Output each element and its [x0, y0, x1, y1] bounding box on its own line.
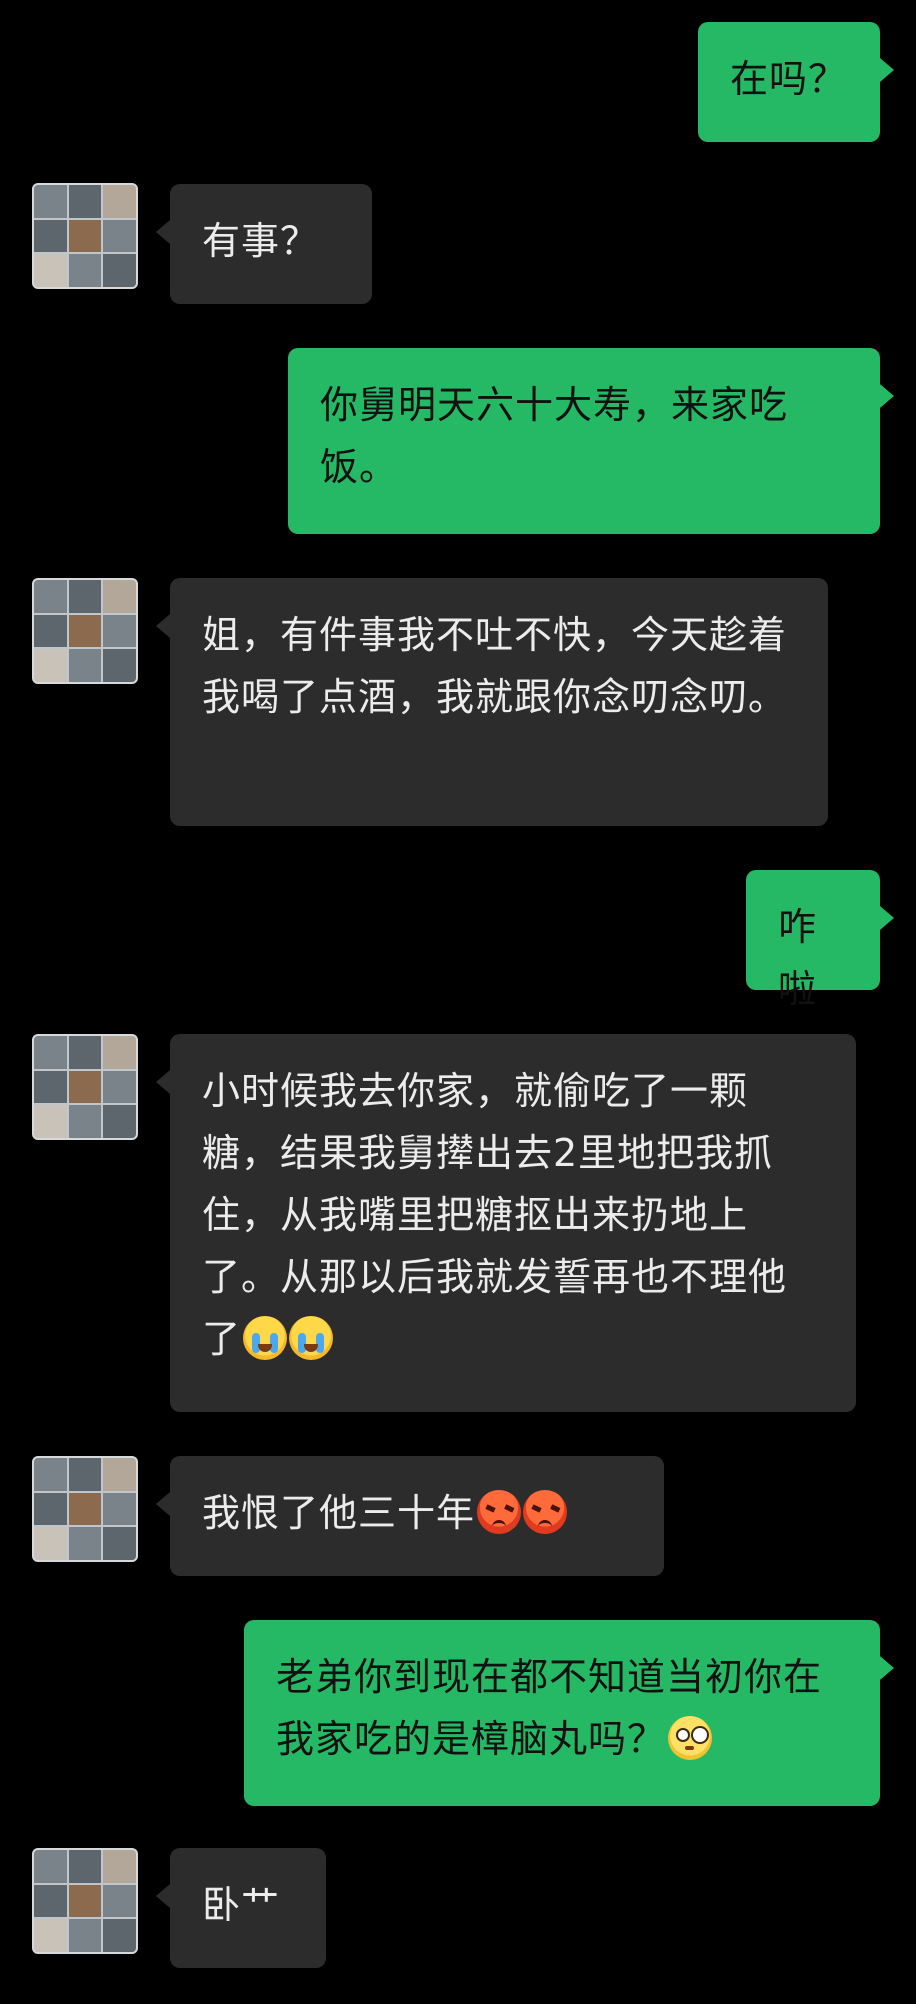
message-text: 咋啦	[778, 905, 818, 1011]
loudly-crying-face-icon	[289, 1316, 334, 1360]
message-bubble-outgoing[interactable]: 在吗？	[698, 22, 894, 142]
contact-avatar[interactable]	[32, 1848, 138, 1954]
chat-conversation: 在吗？ 有事？ 你舅明天六十大寿，来家吃饭。 姐，有件事我不吐不快，今天趁着我喝…	[0, 0, 916, 2004]
loudly-crying-face-icon	[243, 1316, 288, 1360]
message-bubble-outgoing[interactable]: 老弟你到现在都不知道当初你在我家吃的是樟脑丸吗？	[244, 1620, 894, 1806]
message-text: 有事？	[202, 219, 320, 263]
contact-avatar[interactable]	[32, 578, 138, 684]
message-text: 老弟你到现在都不知道当初你在我家吃的是樟脑丸吗？	[276, 1655, 823, 1761]
contact-avatar[interactable]	[32, 183, 138, 289]
message-text: 我恨了他三十年	[202, 1491, 476, 1535]
message-text: 你舅明天六十大寿，来家吃饭。	[320, 383, 789, 489]
message-bubble-incoming[interactable]: 姐，有件事我不吐不快，今天趁着我喝了点酒，我就跟你念叨念叨。	[156, 578, 828, 826]
message-bubble-incoming[interactable]: 小时候我去你家，就偷吃了一颗糖，结果我舅撵出去2里地把我抓住，从我嘴里把糖抠出来…	[156, 1034, 856, 1412]
angry-face-icon	[523, 1490, 568, 1534]
angry-face-icon	[477, 1490, 522, 1534]
contact-avatar[interactable]	[32, 1456, 138, 1562]
message-text: 小时候我去你家，就偷吃了一颗糖，结果我舅撵出去2里地把我抓住，从我嘴里把糖抠出来…	[202, 1069, 788, 1361]
message-bubble-incoming[interactable]: 我恨了他三十年	[156, 1456, 664, 1576]
message-bubble-outgoing[interactable]: 咋啦	[746, 870, 894, 1011]
message-bubble-outgoing[interactable]: 你舅明天六十大寿，来家吃饭。	[288, 348, 894, 534]
flushed-face-icon	[668, 1716, 713, 1760]
message-text: 在吗？	[730, 57, 848, 101]
message-text: 卧艹	[202, 1883, 281, 1927]
message-bubble-incoming[interactable]: 有事？	[156, 184, 372, 304]
message-text: 姐，有件事我不吐不快，今天趁着我喝了点酒，我就跟你念叨念叨。	[202, 613, 788, 719]
message-bubble-incoming[interactable]: 卧艹	[156, 1848, 326, 1968]
contact-avatar[interactable]	[32, 1034, 138, 1140]
